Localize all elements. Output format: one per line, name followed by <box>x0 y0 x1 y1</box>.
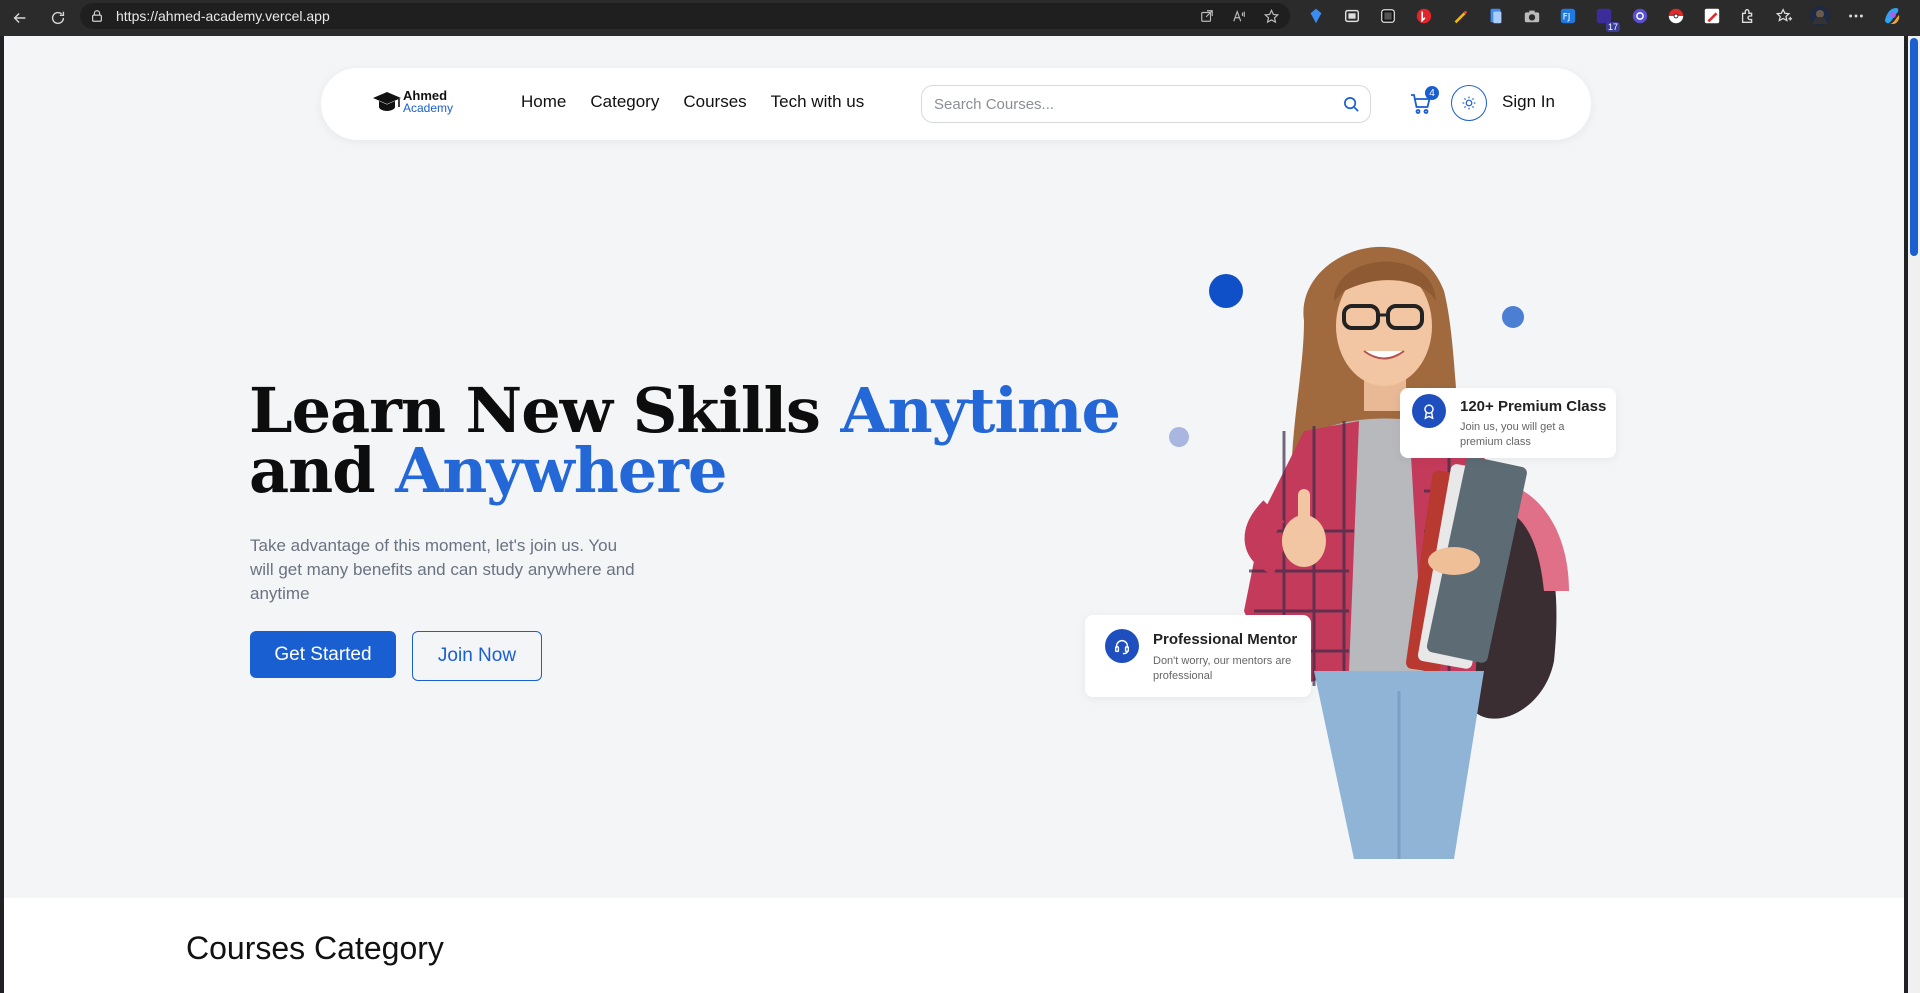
sign-in-link[interactable]: Sign In <box>1502 92 1555 112</box>
browser-toolbar: https://ahmed-academy.vercel.app FJ 17 <box>0 0 1920 36</box>
profile-avatar-icon[interactable] <box>1810 6 1830 26</box>
extension-screen-icon[interactable] <box>1378 6 1398 26</box>
address-bar[interactable]: https://ahmed-academy.vercel.app <box>80 3 1290 29</box>
extensions-puzzle-icon[interactable] <box>1738 6 1758 26</box>
hero-title-part2: and <box>249 434 396 507</box>
extension-pen-icon[interactable] <box>1450 6 1470 26</box>
refresh-icon[interactable] <box>46 6 70 30</box>
headset-icon <box>1105 629 1139 663</box>
nav-tech-with-us[interactable]: Tech with us <box>771 92 865 112</box>
premium-class-title: 120+ Premium Class <box>1460 398 1607 415</box>
lock-icon <box>92 10 102 22</box>
svg-text:FJ: FJ <box>1563 13 1571 23</box>
read-aloud-icon[interactable] <box>1230 7 1248 25</box>
open-in-app-icon[interactable] <box>1198 7 1216 25</box>
professional-mentor-card: Professional Mentor Don't worry, our men… <box>1085 615 1311 697</box>
extension-document-icon[interactable] <box>1486 6 1506 26</box>
extension-red-icon[interactable] <box>1414 6 1434 26</box>
url-text: https://ahmed-academy.vercel.app <box>116 8 330 24</box>
nav-home[interactable]: Home <box>521 92 566 112</box>
site-navbar: Ahmed Academy Home Category Courses Tech… <box>321 68 1591 140</box>
extension-counter-icon[interactable]: 17 <box>1594 6 1620 32</box>
hero-title-highlight1: Anytime <box>840 374 1121 447</box>
courses-category-section: Courses Category <box>4 898 1904 993</box>
logo-subtitle: Academy <box>403 101 454 115</box>
student-illustration <box>1244 246 1569 859</box>
scrollbar-thumb[interactable] <box>1910 38 1918 256</box>
nav-courses[interactable]: Courses <box>683 92 746 112</box>
site-logo[interactable]: Ahmed Academy <box>371 88 453 116</box>
graduation-cap-icon <box>373 92 401 111</box>
courses-category-heading: Courses Category <box>186 930 444 966</box>
cart-count-badge: 4 <box>1425 86 1439 100</box>
theme-toggle-button[interactable] <box>1451 85 1487 121</box>
hero-title-highlight2: Anywhere <box>395 434 727 507</box>
extension-pokeball-icon[interactable] <box>1666 6 1686 26</box>
hero-subtitle: Take advantage of this moment, let's joi… <box>250 536 635 603</box>
sun-icon <box>1462 96 1476 110</box>
extension-gem-icon[interactable] <box>1306 6 1326 26</box>
extension-gear-icon[interactable] <box>1630 6 1650 26</box>
more-options-icon[interactable] <box>1846 6 1866 26</box>
extension-camera-icon[interactable] <box>1522 6 1542 26</box>
extension-badge: 17 <box>1605 22 1620 32</box>
cart-button[interactable]: 4 <box>1409 86 1439 116</box>
join-now-button[interactable]: Join Now <box>412 631 542 681</box>
hero-title: Learn New Skills Anytime and Anywhere <box>249 380 1121 502</box>
professional-mentor-description: Don't worry, our mentors are professiona… <box>1153 655 1292 682</box>
page-viewport: Ahmed Academy Home Category Courses Tech… <box>4 36 1904 993</box>
main-menu: Home Category Courses Tech with us <box>521 92 864 112</box>
favorite-star-icon[interactable] <box>1262 7 1280 25</box>
award-badge-icon <box>1412 394 1446 428</box>
course-search-box <box>921 85 1371 123</box>
professional-mentor-title: Professional Mentor <box>1153 631 1298 648</box>
premium-class-description: Join us, you will get a premium class <box>1460 421 1565 448</box>
extension-edit-icon[interactable] <box>1702 6 1722 26</box>
extension-fj-icon[interactable]: FJ <box>1558 6 1578 26</box>
get-started-button[interactable]: Get Started <box>250 631 396 678</box>
search-icon[interactable] <box>1343 96 1360 113</box>
copilot-icon[interactable] <box>1882 6 1902 26</box>
premium-class-card: 120+ Premium Class Join us, you will get… <box>1400 388 1616 458</box>
favorites-icon[interactable] <box>1774 6 1794 26</box>
nav-category[interactable]: Category <box>590 92 659 112</box>
extension-window-icon[interactable] <box>1342 6 1362 26</box>
search-input[interactable] <box>934 94 1334 114</box>
page-scrollbar[interactable] <box>1908 36 1920 993</box>
back-icon[interactable] <box>8 6 32 30</box>
